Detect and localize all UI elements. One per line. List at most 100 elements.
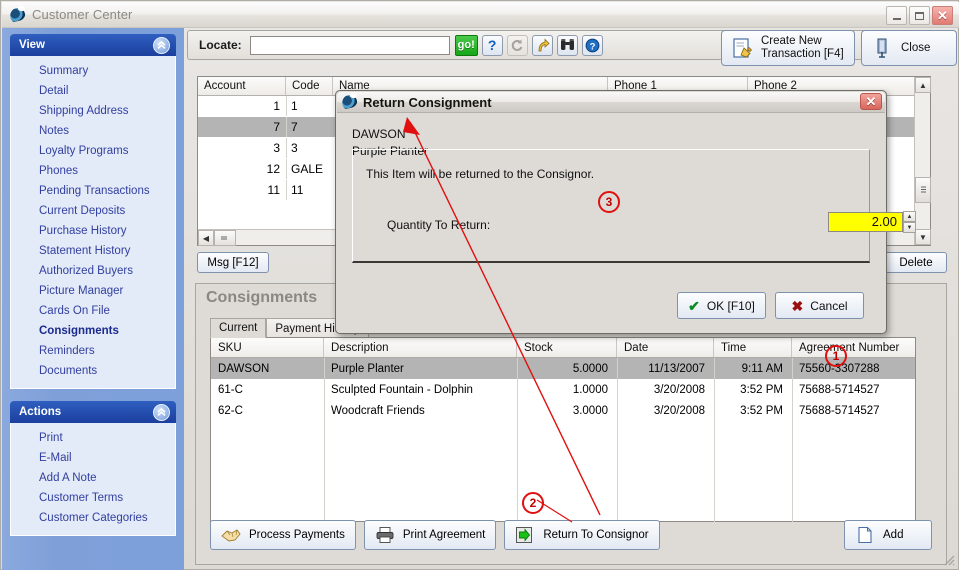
cell-account: 7 [273, 120, 280, 134]
help-icon[interactable]: ? [481, 34, 503, 56]
cell-agreement-number: 75560-3307288 [799, 362, 880, 375]
sidebar-item-consignments[interactable]: Consignments [11, 321, 175, 341]
sidebar-item-email[interactable]: E-Mail [11, 448, 175, 468]
cell-account: 3 [273, 141, 280, 155]
view-panel-body: Summary Detail Shipping Address Notes Lo… [10, 56, 176, 389]
column-divider [714, 358, 715, 522]
x-icon: ✖ [791, 297, 804, 314]
chevron-up-icon[interactable] [153, 36, 170, 54]
consignments-action-buttons: Process Payments Print Agreement Return … [210, 520, 660, 550]
hscroll-thumb[interactable] [214, 230, 236, 246]
create-new-transaction-line1: Create New [761, 35, 822, 47]
resize-grip[interactable] [942, 553, 956, 567]
grid-vertical-scrollbar[interactable]: ▲ ▼ ▶ [898, 77, 931, 245]
table-row[interactable]: 61-C Sculpted Fountain - Dolphin 1.0000 … [211, 379, 915, 400]
sidebar-item-authorized-buyers[interactable]: Authorized Buyers [11, 261, 175, 281]
process-payments-button[interactable]: Process Payments [210, 520, 356, 550]
column-header-description[interactable]: Description [324, 338, 517, 357]
sidebar-item-loyalty-programs[interactable]: Loyalty Programs [11, 141, 175, 161]
cell-code: 1 [286, 96, 333, 116]
column-divider [617, 358, 618, 522]
consignments-table-header: SKU Description Stock Date Time Agreemen… [211, 338, 915, 358]
gold-arrow-icon[interactable] [531, 34, 553, 56]
window-controls: ✕ [886, 6, 953, 25]
process-payments-label: Process Payments [249, 529, 345, 541]
go-button[interactable]: go! [454, 34, 478, 56]
column-header-sku[interactable]: SKU [211, 338, 324, 357]
maximize-button[interactable] [909, 6, 930, 25]
column-header-account[interactable]: Account [198, 77, 286, 95]
column-header-date[interactable]: Date [617, 338, 714, 357]
tab-current[interactable]: Current [210, 318, 267, 338]
sidebar-item-reminders[interactable]: Reminders [11, 341, 175, 361]
quantity-to-return-label: Quantity To Return: [387, 218, 491, 232]
sidebar-item-picture-manager[interactable]: Picture Manager [11, 281, 175, 301]
actions-panel-header[interactable]: Actions [10, 401, 176, 423]
sidebar-item-print[interactable]: Print [11, 428, 175, 448]
sidebar-item-documents[interactable]: Documents [11, 361, 175, 381]
scroll-down-button[interactable]: ▼ [915, 229, 931, 245]
annotation-marker-1: 1 [825, 345, 847, 367]
sidebar-item-pending-transactions[interactable]: Pending Transactions [11, 181, 175, 201]
cell-description: Woodcraft Friends [331, 404, 425, 417]
sidebar-item-shipping-address[interactable]: Shipping Address [11, 101, 175, 121]
locate-input[interactable] [249, 35, 450, 55]
cell-agreement-number: 75688-5714527 [799, 383, 880, 396]
add-button[interactable]: Add [844, 520, 932, 550]
return-to-consignor-button[interactable]: Return To Consignor [504, 520, 660, 550]
sidebar-item-summary[interactable]: Summary [11, 61, 175, 81]
delete-button[interactable]: Delete [885, 252, 947, 273]
sidebar-item-current-deposits[interactable]: Current Deposits [11, 201, 175, 221]
stepper-up-icon[interactable]: ▲ [903, 211, 916, 222]
close-window-button[interactable]: ✕ [932, 6, 953, 25]
cancel-button[interactable]: ✖ Cancel [775, 292, 864, 319]
close-button[interactable]: Close [861, 30, 957, 66]
dialog-close-button[interactable]: ✕ [860, 93, 882, 110]
msg-button[interactable]: Msg [F12] [197, 252, 269, 273]
return-to-consignor-label: Return To Consignor [543, 529, 649, 541]
sidebar-item-detail[interactable]: Detail [11, 81, 175, 101]
scroll-left-button[interactable]: ◀ [198, 230, 214, 246]
create-new-transaction-button[interactable]: Create New Transaction [F4] [721, 30, 855, 66]
dialog-message: This Item will be returned to the Consig… [366, 167, 595, 181]
table-row[interactable]: 62-C Woodcraft Friends 3.0000 3/20/2008 … [211, 400, 915, 421]
cell-account: 12 [266, 162, 280, 176]
sidebar-item-cards-on-file[interactable]: Cards On File [11, 301, 175, 321]
view-panel-header[interactable]: View [10, 34, 176, 56]
print-agreement-button[interactable]: Print Agreement [363, 520, 497, 550]
column-divider [324, 358, 325, 522]
sidebar-item-statement-history[interactable]: Statement History [11, 241, 175, 261]
annotation-marker-3: 3 [598, 191, 620, 213]
table-row[interactable]: DAWSON Purple Planter 5.0000 11/13/2007 … [211, 358, 915, 379]
check-icon: ✔ [688, 297, 700, 314]
sidebar-item-add-a-note[interactable]: Add A Note [11, 468, 175, 488]
column-header-time[interactable]: Time [714, 338, 792, 357]
dialog-titlebar: Return Consignment ✕ [337, 92, 885, 113]
minimize-button[interactable] [886, 6, 907, 25]
sidebar-item-customer-categories[interactable]: Customer Categories [11, 508, 175, 528]
stepper-down-icon[interactable]: ▼ [903, 222, 916, 233]
refresh-icon[interactable] [506, 34, 528, 56]
quantity-stepper[interactable]: ▲ ▼ [903, 211, 916, 233]
quantity-to-return-input[interactable]: 2.00 [828, 212, 903, 232]
sidebar-item-customer-terms[interactable]: Customer Terms [11, 488, 175, 508]
cell-stock: 5.0000 [572, 362, 608, 375]
chevron-up-icon[interactable] [153, 403, 170, 421]
window-title: Customer Center [32, 7, 133, 22]
ok-button[interactable]: ✔ OK [F10] [677, 292, 766, 319]
close-icon: ✕ [865, 94, 877, 109]
scroll-up-button[interactable]: ▲ [915, 77, 931, 93]
about-icon[interactable]: ? [581, 34, 603, 56]
window-titlebar: Customer Center ✕ [2, 2, 959, 28]
column-header-code[interactable]: Code [286, 77, 333, 95]
sidebar-item-notes[interactable]: Notes [11, 121, 175, 141]
vscroll-thumb[interactable] [915, 177, 931, 203]
annotation-marker-2: 2 [522, 492, 544, 514]
sidebar-item-purchase-history[interactable]: Purchase History [11, 221, 175, 241]
cell-agreement-number: 75688-5714527 [799, 404, 880, 417]
column-header-stock[interactable]: Stock [517, 338, 617, 357]
sidebar-item-phones[interactable]: Phones [11, 161, 175, 181]
cell-sku: 61-C [218, 383, 243, 396]
binoculars-icon[interactable] [556, 34, 578, 56]
column-header-agreement-number[interactable]: Agreement Number [792, 338, 914, 357]
